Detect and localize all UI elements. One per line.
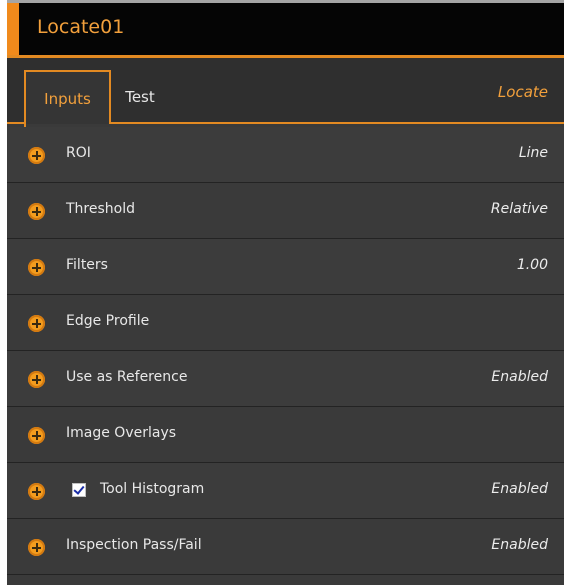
row-value: Enabled — [491, 537, 548, 553]
plus-circle-icon[interactable] — [28, 371, 45, 388]
row-image-overlays[interactable]: Image Overlays — [7, 407, 564, 463]
row-label: Threshold — [66, 201, 135, 217]
row-label: Use as Reference — [66, 369, 188, 385]
tab-inputs[interactable]: Inputs — [24, 70, 111, 124]
row-edge-profile[interactable]: Edge Profile — [7, 295, 564, 351]
row-label: Filters — [66, 257, 108, 273]
row-value: Enabled — [491, 481, 548, 497]
row-inspection-pass-fail[interactable]: Inspection Pass/Fail Enabled — [7, 519, 564, 575]
tool-title[interactable]: Locate01 — [37, 16, 124, 38]
row-use-as-reference[interactable]: Use as Reference Enabled — [7, 351, 564, 407]
plus-circle-icon[interactable] — [28, 259, 45, 276]
tool-histogram-checkbox[interactable] — [72, 483, 86, 497]
tab-test[interactable]: Test — [111, 70, 169, 124]
row-value: Relative — [490, 201, 548, 217]
plus-circle-icon[interactable] — [28, 483, 45, 500]
row-value: Line — [518, 145, 548, 161]
tool-panel: Locate01 Inputs Test Locate ROI Line Thr… — [7, 0, 564, 585]
tool-type-label: Locate — [497, 83, 548, 101]
row-value: 1.00 — [516, 257, 548, 273]
row-threshold[interactable]: Threshold Relative — [7, 183, 564, 239]
row-value: Enabled — [491, 369, 548, 385]
tool-title-bar: Locate01 — [7, 3, 564, 58]
row-label: Image Overlays — [66, 425, 177, 441]
row-tool-histogram[interactable]: Tool Histogram Enabled — [7, 463, 564, 519]
row-label: Edge Profile — [66, 313, 150, 329]
row-label: Tool Histogram — [100, 481, 205, 497]
row-label: Inspection Pass/Fail — [66, 537, 202, 553]
plus-circle-icon[interactable] — [28, 427, 45, 444]
row-filters[interactable]: Filters 1.00 — [7, 239, 564, 295]
row-label: ROI — [66, 145, 91, 161]
plus-circle-icon[interactable] — [28, 315, 45, 332]
row-roi[interactable]: ROI Line — [7, 127, 564, 183]
plus-circle-icon[interactable] — [28, 539, 45, 556]
property-list: ROI Line Threshold Relative Filters 1.00… — [7, 127, 564, 575]
title-accent-bar — [7, 3, 19, 55]
plus-circle-icon[interactable] — [28, 203, 45, 220]
plus-circle-icon[interactable] — [28, 147, 45, 164]
